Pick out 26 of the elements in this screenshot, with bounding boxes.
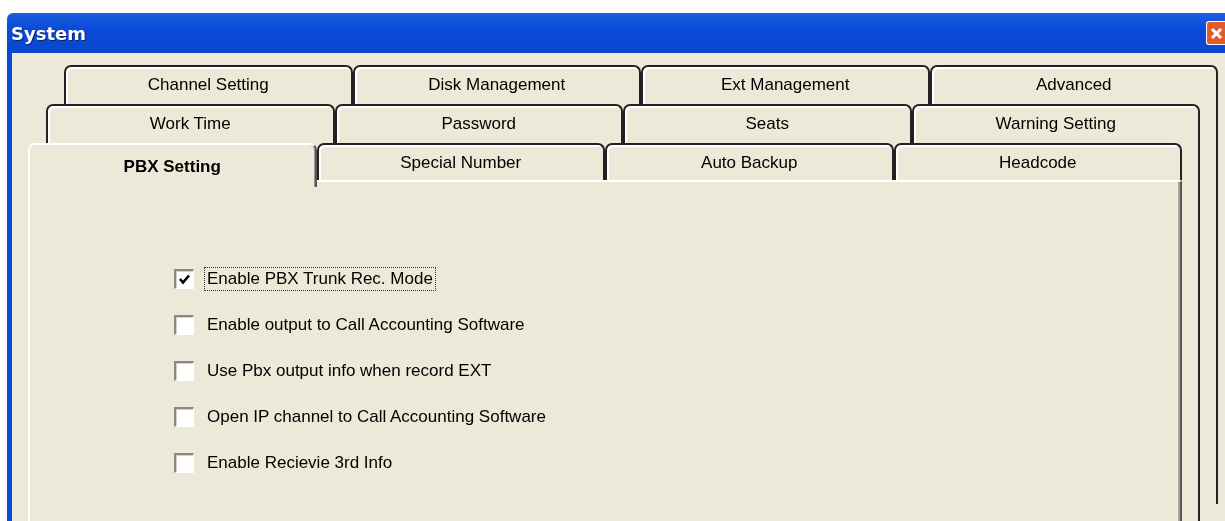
checkbox[interactable] xyxy=(174,315,194,335)
checkbox-label[interactable]: Enable output to Call Accounting Software xyxy=(204,313,528,337)
tab[interactable]: PBX Setting xyxy=(28,143,317,187)
close-button[interactable] xyxy=(1206,21,1225,45)
checkbox[interactable] xyxy=(174,407,194,427)
checkbox-label[interactable]: Use Pbx output info when record EXT xyxy=(204,359,495,383)
tab[interactable]: Special Number xyxy=(316,143,605,182)
checkbox-label[interactable]: Enable Recievie 3rd Info xyxy=(204,451,396,475)
window-title: System xyxy=(11,22,86,44)
checkbox-label[interactable]: Enable PBX Trunk Rec. Mode xyxy=(204,267,436,291)
checkbox[interactable] xyxy=(174,269,194,289)
checkbox[interactable] xyxy=(174,453,194,473)
tab[interactable]: Password xyxy=(334,104,623,143)
tab[interactable]: Ext Management xyxy=(641,65,930,104)
tab[interactable]: Warning Setting xyxy=(911,104,1200,143)
tab[interactable]: Disk Management xyxy=(352,65,641,104)
tab[interactable]: Advanced xyxy=(929,65,1218,104)
checkmark-icon xyxy=(178,273,191,286)
checkbox-label[interactable]: Open IP channel to Call Accounting Software xyxy=(204,405,549,429)
tab[interactable]: Channel Setting xyxy=(64,65,353,104)
checkbox[interactable] xyxy=(174,361,194,381)
tab[interactable]: Auto Backup xyxy=(605,143,894,182)
close-icon xyxy=(1209,26,1223,40)
tab[interactable]: Headcode xyxy=(893,143,1182,182)
tab[interactable]: Work Time xyxy=(46,104,335,143)
tab[interactable]: Seats xyxy=(623,104,912,143)
